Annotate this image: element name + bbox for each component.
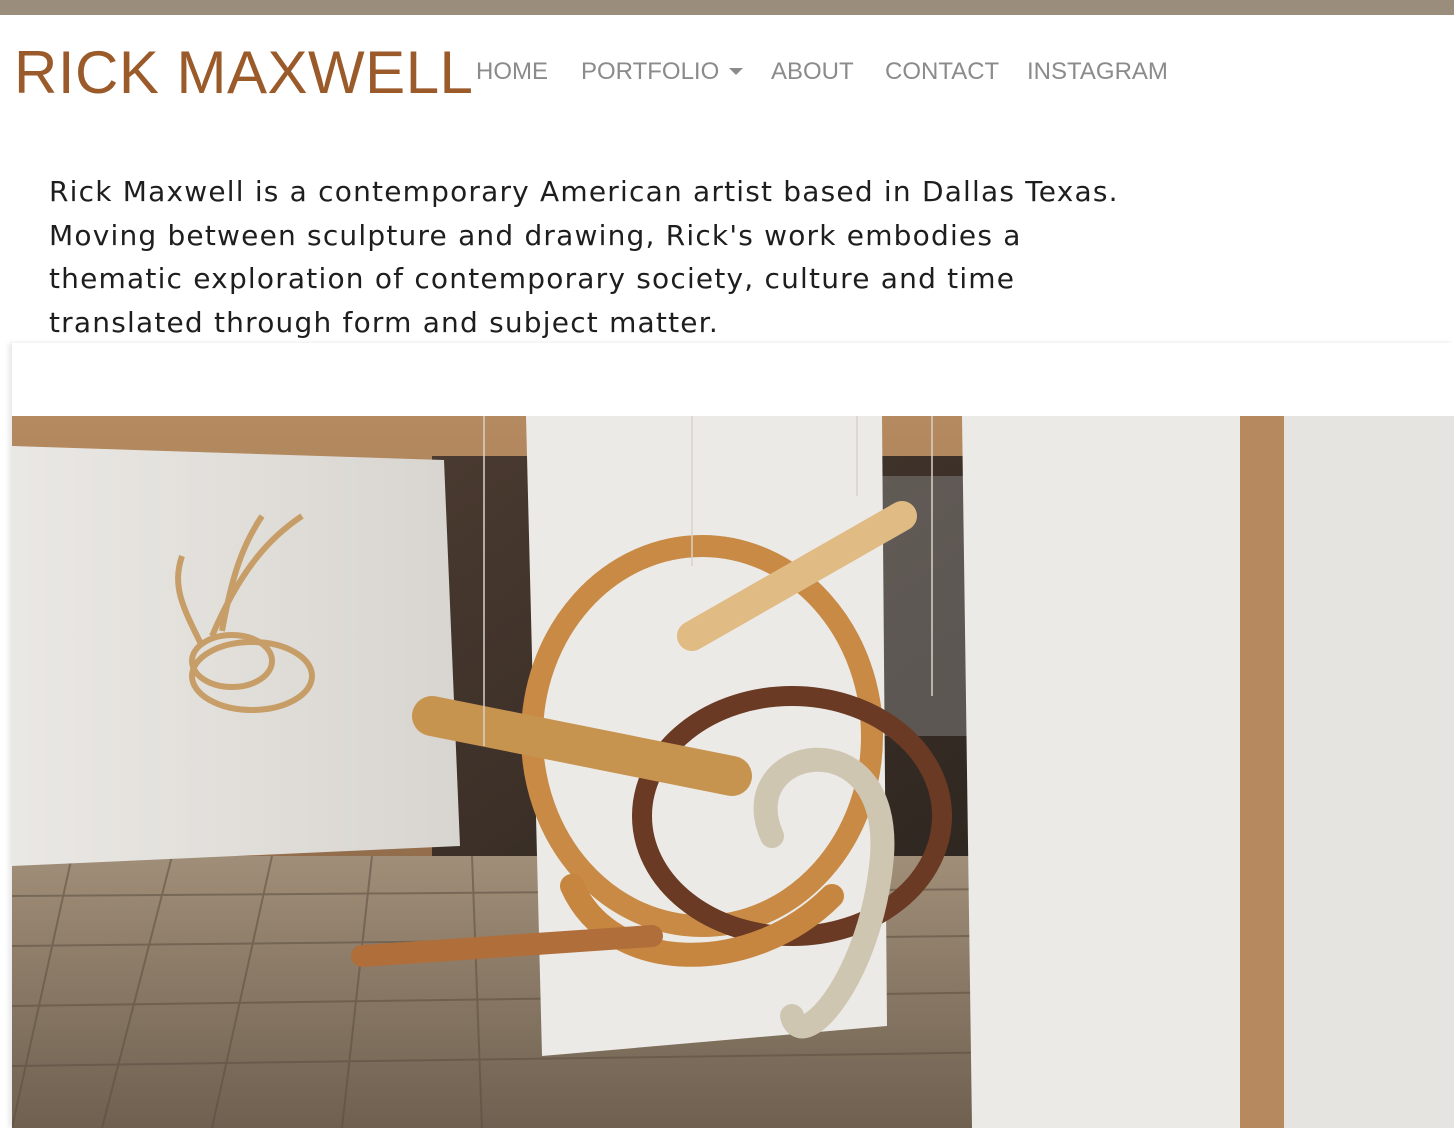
intro-line: Moving between sculpture and drawing, Ri… [49,218,1022,252]
intro-line: thematic exploration of contemporary soc… [49,262,1016,295]
nav-item-instagram[interactable]: INSTAGRAM [1027,54,1168,90]
featured-image-card [12,343,1454,1128]
site-logo[interactable]: RICK MAXWELL [14,38,473,108]
sculpture-photo [12,416,1454,1128]
nav-item-home[interactable]: HOME [476,54,548,90]
intro-line: Rick Maxwell is a contemporary American … [49,175,1119,208]
top-accent-bar [0,0,1454,15]
caret-down-icon [729,68,744,75]
intro-line: translated through form and subject matt… [49,305,719,339]
artist-intro: Rick Maxwell is a contemporary American … [49,170,1129,344]
nav-item-portfolio[interactable]: PORTFOLIO [581,54,744,90]
nav-item-portfolio-label: PORTFOLIO [581,58,720,85]
nav-item-contact[interactable]: CONTACT [885,54,999,90]
nav-item-about[interactable]: ABOUT [771,54,854,90]
